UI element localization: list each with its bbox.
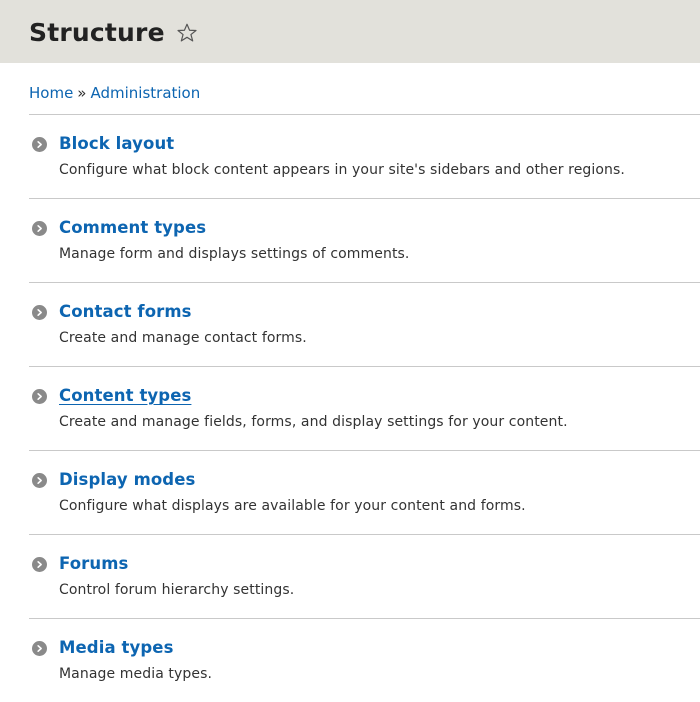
forums-link[interactable]: Forums xyxy=(59,554,128,573)
chevron-circle-right-icon xyxy=(32,557,47,572)
item-description: Control forum hierarchy settings. xyxy=(59,582,295,598)
media-types-link[interactable]: Media types xyxy=(59,638,174,657)
display-modes-link[interactable]: Display modes xyxy=(59,470,195,489)
list-item-content-types: Content types Create and manage fields, … xyxy=(29,366,700,450)
breadcrumb: Home» Administration xyxy=(29,84,200,102)
comment-types-link[interactable]: Comment types xyxy=(59,218,206,237)
chevron-circle-right-icon xyxy=(32,641,47,656)
breadcrumb-separator: » xyxy=(77,84,87,102)
item-description: Configure what block content appears in … xyxy=(59,162,625,178)
item-description: Configure what displays are available fo… xyxy=(59,498,526,514)
list-item-contact-forms: Contact forms Create and manage contact … xyxy=(29,282,700,366)
chevron-circle-right-icon xyxy=(32,221,47,236)
list-item-forums: Forums Control forum hierarchy settings. xyxy=(29,534,700,618)
item-description: Manage media types. xyxy=(59,666,213,682)
chevron-circle-right-icon xyxy=(32,305,47,320)
list-item-comment-types: Comment types Manage form and displays s… xyxy=(29,198,700,282)
breadcrumb-home-link[interactable]: Home xyxy=(29,84,73,102)
list-item-display-modes: Display modes Configure what displays ar… xyxy=(29,450,700,534)
chevron-circle-right-icon xyxy=(32,137,47,152)
chevron-circle-right-icon xyxy=(32,389,47,404)
content-types-link[interactable]: Content types xyxy=(59,386,191,405)
list-item-block-layout: Block layout Configure what block conten… xyxy=(29,114,700,198)
chevron-circle-right-icon xyxy=(32,473,47,488)
list-item-media-types: Media types Manage media types. xyxy=(29,618,700,702)
admin-list: Block layout Configure what block conten… xyxy=(29,114,700,702)
item-description: Manage form and displays settings of com… xyxy=(59,246,410,262)
block-layout-link[interactable]: Block layout xyxy=(59,134,174,153)
item-description: Create and manage contact forms. xyxy=(59,330,307,346)
page-title: Structure xyxy=(29,18,165,47)
breadcrumb-administration-link[interactable]: Administration xyxy=(90,84,200,102)
page-header: Structure xyxy=(0,0,700,63)
star-icon[interactable] xyxy=(176,22,198,44)
contact-forms-link[interactable]: Contact forms xyxy=(59,302,192,321)
item-description: Create and manage fields, forms, and dis… xyxy=(59,414,568,430)
